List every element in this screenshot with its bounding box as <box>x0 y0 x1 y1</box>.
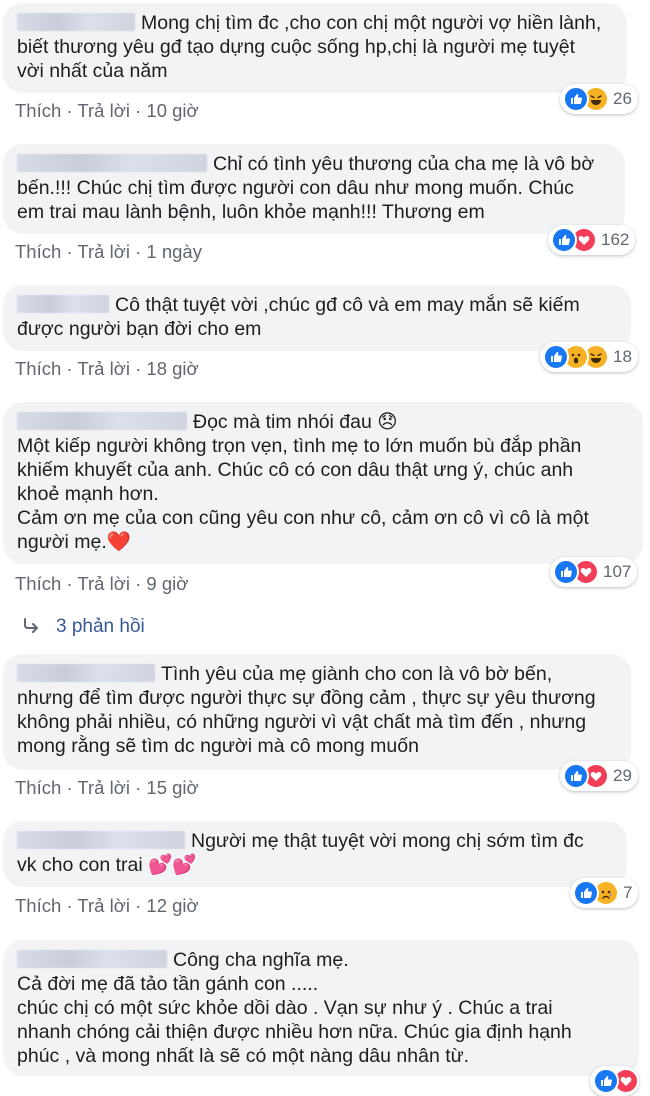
reply-link[interactable]: Trả lời <box>77 358 130 379</box>
separator: · <box>129 573 147 594</box>
author-name-blurred[interactable] <box>17 412 187 430</box>
comment-bubble: Người mẹ thật tuyệt vời mong chị sớm tìm… <box>3 821 627 887</box>
author-name-blurred[interactable] <box>17 950 167 968</box>
author-name-blurred[interactable] <box>17 154 207 172</box>
reaction-count: 29 <box>613 766 632 785</box>
comment-actions: Thích · Trả lời · 1 ngày <box>15 241 202 263</box>
like-link[interactable]: Thích <box>15 241 61 262</box>
reaction-summary[interactable]: 29 <box>560 761 638 791</box>
comment-text-line: Công cha nghĩa mẹ. <box>173 949 349 971</box>
comment-text-line: chúc chị có một sức khỏe dồi dào . Vạn s… <box>17 997 553 1019</box>
reaction-summary[interactable]: 7 <box>570 878 639 908</box>
like-link[interactable]: Thích <box>15 100 61 121</box>
separator: · <box>129 895 147 916</box>
comment-text-line: vk cho con trai 💕💕 <box>17 854 197 876</box>
comment-text-line: Đọc mà tim nhói đau 😞 <box>193 411 398 433</box>
comment-text-line: nhưng để tìm được người thực sự đồng cảm… <box>17 687 596 709</box>
reaction-summary[interactable]: 26 <box>560 84 638 114</box>
like-icon <box>573 880 599 906</box>
reply-link[interactable]: Trả lời <box>77 895 130 916</box>
author-name-blurred[interactable] <box>17 831 185 849</box>
comment-bubble: Tình yêu của mẹ giành cho con là vô bờ b… <box>3 654 631 770</box>
comment-actions: Thích · Trả lời · 9 giờ <box>15 573 188 595</box>
reply-link[interactable]: Trả lời <box>77 100 130 121</box>
comment-text-line: vời nhất của năm <box>17 60 168 82</box>
comment-bubble: Mong chị tìm đc ,cho con chị một người v… <box>3 3 627 93</box>
comment-text-line: Tình yêu của mẹ giành cho con là vô bờ b… <box>161 663 553 685</box>
reaction-summary[interactable]: 107 <box>550 557 638 587</box>
separator: · <box>129 241 147 262</box>
comment-text-line: Mong chị tìm đc ,cho con chị một người v… <box>141 12 602 34</box>
like-link[interactable]: Thích <box>15 895 61 916</box>
like-icon <box>543 344 569 370</box>
comment-text-line: Người mẹ thật tuyệt vời mong chị sớm tìm… <box>191 830 584 852</box>
replies-count-label: 3 phản hồi <box>56 616 145 637</box>
separator: · <box>61 358 78 379</box>
timestamp[interactable]: 15 giờ <box>146 777 198 798</box>
timestamp[interactable]: 9 giờ <box>146 573 188 594</box>
comment-text-line: phúc , và mong nhất là sẽ có một nàng dâ… <box>17 1045 470 1067</box>
comment-actions: Thích · Trả lời · 12 giờ <box>15 895 199 917</box>
author-name-blurred[interactable] <box>17 13 135 31</box>
comment-bubble: Cô thật tuyệt vời ,chúc gđ cô và em may … <box>3 285 631 351</box>
reaction-count: 26 <box>613 89 632 108</box>
separator: · <box>61 573 78 594</box>
reaction-summary[interactable]: 162 <box>548 225 636 255</box>
separator: · <box>129 358 147 379</box>
reaction-count: 162 <box>601 230 630 249</box>
comment-text-line: khiếm khuyết của anh. Chúc cô có con dâu… <box>17 459 574 481</box>
separator: · <box>129 777 147 798</box>
author-name-blurred[interactable] <box>17 664 155 682</box>
comment-actions: Thích · Trả lời · 18 giờ <box>15 358 199 380</box>
view-replies-link[interactable]: 3 phản hồi <box>22 616 145 640</box>
reaction-count: 18 <box>613 347 632 366</box>
comment-text-line: Cả đời mẹ đã tảo tần gánh con ..... <box>17 973 319 995</box>
comment-bubble: Chỉ có tình yêu thương của cha mẹ là vô … <box>3 144 625 234</box>
comment-text-line: được người bạn đời cho em <box>17 318 262 340</box>
comment-actions: Thích · Trả lời · 15 giờ <box>15 777 199 799</box>
like-icon <box>551 227 577 253</box>
comment-actions: Thích · Trả lời · 10 giờ <box>15 100 199 122</box>
timestamp[interactable]: 12 giờ <box>146 895 198 916</box>
comment-text-line: khoẻ mạnh hơn. <box>17 483 159 505</box>
comment-bubble: Đọc mà tim nhói đau 😞 Một kiếp người khô… <box>3 402 643 564</box>
timestamp[interactable]: 18 giờ <box>146 358 198 379</box>
like-icon <box>553 559 579 585</box>
comment-text-line: Chỉ có tình yêu thương của cha mẹ là vô … <box>213 153 595 175</box>
comment-text-line: biết thương yêu gđ tạo dựng cuộc sống hp… <box>17 36 575 58</box>
reply-link[interactable]: Trả lời <box>77 241 130 262</box>
like-link[interactable]: Thích <box>15 777 61 798</box>
comment-bubble: Công cha nghĩa mẹ. Cả đời mẹ đã tảo tần … <box>3 940 639 1076</box>
separator: · <box>61 895 78 916</box>
separator: · <box>61 241 78 262</box>
timestamp[interactable]: 10 giờ <box>146 100 198 121</box>
reaction-count: 107 <box>603 562 632 581</box>
comment-text-line: người mẹ.❤️ <box>17 531 132 553</box>
comment-text-line: bến.!!! Chúc chị tìm được người con dâu … <box>17 177 574 199</box>
comment-text-line: Một kiếp người không trọn vẹn, tình mẹ t… <box>17 435 582 457</box>
reply-link[interactable]: Trả lời <box>77 573 130 594</box>
reply-arrow-icon <box>22 618 42 640</box>
reaction-count: 7 <box>623 883 633 902</box>
reaction-summary[interactable] <box>590 1066 639 1096</box>
reply-link[interactable]: Trả lời <box>77 777 130 798</box>
like-icon <box>593 1068 619 1094</box>
like-link[interactable]: Thích <box>15 358 61 379</box>
comment-text-line: Cảm ơn mẹ của con cũng yêu con như cô, c… <box>17 507 589 529</box>
separator: · <box>129 100 147 121</box>
comment-text-line: mong rằng sẽ tìm dc người mà cô mong muố… <box>17 735 419 757</box>
separator: · <box>61 100 78 121</box>
like-icon <box>563 86 589 112</box>
like-link[interactable]: Thích <box>15 573 61 594</box>
author-name-blurred[interactable] <box>17 295 109 313</box>
separator: · <box>61 777 78 798</box>
comment-text-line: em trai mau lành bệnh, luôn khỏe mạnh!!!… <box>17 201 485 223</box>
timestamp[interactable]: 1 ngày <box>146 241 202 262</box>
reaction-summary[interactable]: 18 <box>540 342 638 372</box>
comment-text-line: không phải nhiều, có những người vì vật … <box>17 711 587 733</box>
comment-text-line: nhanh chóng cải thiện được nhiều hơn nữa… <box>17 1021 572 1043</box>
comment-text-line: Cô thật tuyệt vời ,chúc gđ cô và em may … <box>115 294 580 316</box>
like-icon <box>563 763 589 789</box>
